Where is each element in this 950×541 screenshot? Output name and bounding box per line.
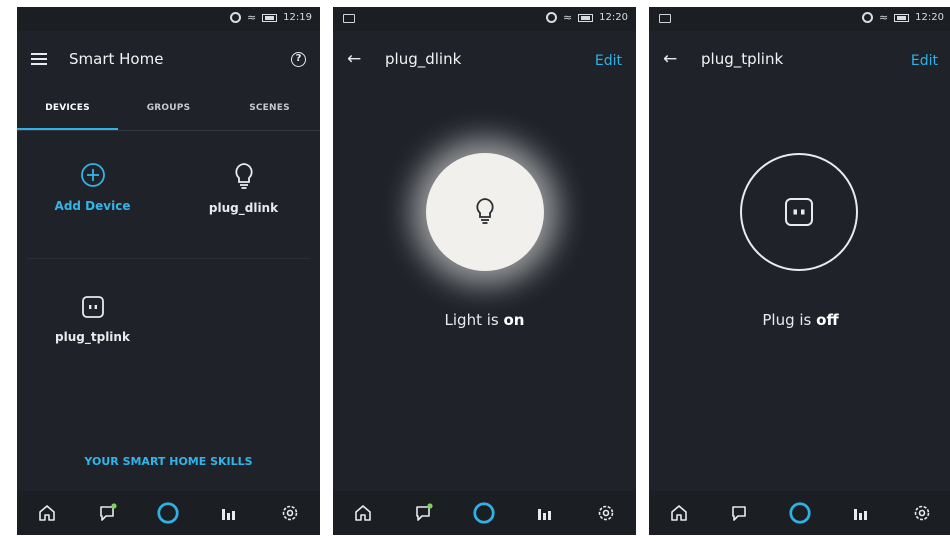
- activity-icon[interactable]: [533, 501, 557, 525]
- status-bar: ≈ 12:20: [333, 7, 636, 31]
- device-state-text: Light is on: [333, 311, 636, 329]
- bottom-nav: [17, 491, 320, 535]
- sync-icon: [861, 12, 873, 23]
- image-notification-icon: [343, 14, 355, 23]
- help-icon[interactable]: ?: [291, 51, 306, 67]
- status-time: 12:20: [599, 12, 628, 23]
- state-prefix: Light is: [444, 311, 504, 329]
- status-time: 12:20: [915, 12, 944, 23]
- smart-home-screen: ≈ 12:19 Smart Home ? DEVICES GROUPS SCEN…: [17, 7, 320, 535]
- page-title: plug_dlink: [385, 50, 462, 68]
- home-icon[interactable]: [351, 501, 375, 525]
- page-title: plug_tplink: [701, 50, 784, 68]
- image-notification-icon: [659, 14, 671, 23]
- state-value: on: [503, 311, 525, 329]
- page-title: Smart Home: [69, 50, 164, 68]
- tab-scenes[interactable]: SCENES: [219, 95, 320, 130]
- app-bar: ← plug_dlink Edit: [333, 31, 636, 87]
- device-state-text: Plug is off: [649, 311, 950, 329]
- battery-icon: [578, 13, 594, 22]
- device-tile-plug-dlink[interactable]: plug_dlink: [168, 162, 319, 215]
- battery-icon: [894, 13, 910, 22]
- add-circle-icon: [80, 163, 105, 187]
- light-toggle-button[interactable]: [426, 153, 544, 271]
- battery-icon: [262, 13, 278, 22]
- wifi-icon: ≈: [878, 11, 889, 24]
- home-icon[interactable]: [35, 501, 59, 525]
- alexa-icon[interactable]: [788, 501, 812, 525]
- activity-icon[interactable]: [849, 501, 873, 525]
- tab-devices[interactable]: DEVICES: [17, 95, 118, 130]
- settings-icon[interactable]: [594, 501, 618, 525]
- edit-button[interactable]: Edit: [911, 53, 938, 69]
- chat-icon[interactable]: [412, 501, 436, 525]
- activity-icon[interactable]: [217, 501, 241, 525]
- device-detail-screen: ≈ 12:20 ← plug_dlink Edit Light is on: [333, 7, 636, 535]
- add-device-button[interactable]: Add Device: [17, 162, 168, 213]
- bottom-nav: [333, 491, 636, 535]
- status-time: 12:19: [283, 12, 312, 23]
- device-label: plug_dlink: [208, 201, 279, 215]
- alexa-icon[interactable]: [472, 501, 496, 525]
- smart-home-skills-link[interactable]: YOUR SMART HOME SKILLS: [17, 455, 320, 468]
- plug-toggle-button[interactable]: [740, 153, 858, 271]
- add-device-label: Add Device: [54, 199, 131, 213]
- app-bar: Smart Home ?: [17, 31, 320, 87]
- alexa-icon[interactable]: [156, 501, 180, 525]
- wifi-icon: ≈: [562, 11, 573, 24]
- menu-icon[interactable]: [31, 53, 47, 65]
- plug-icon: [785, 198, 813, 226]
- back-arrow-icon[interactable]: ←: [347, 50, 363, 68]
- home-icon[interactable]: [667, 501, 691, 525]
- status-bar: ≈ 12:20: [649, 7, 950, 31]
- back-arrow-icon[interactable]: ←: [663, 50, 679, 68]
- bottom-nav: [649, 491, 950, 535]
- settings-icon[interactable]: [278, 501, 302, 525]
- wifi-icon: ≈: [246, 11, 257, 24]
- device-detail-screen: ≈ 12:20 ← plug_tplink Edit Plug is off: [649, 7, 950, 535]
- device-label: plug_tplink: [55, 330, 130, 344]
- chat-icon[interactable]: [96, 501, 120, 525]
- sync-icon: [545, 12, 557, 23]
- state-prefix: Plug is: [762, 311, 817, 329]
- sync-icon: [229, 12, 241, 23]
- state-value: off: [816, 311, 839, 329]
- tab-bar: DEVICES GROUPS SCENES: [17, 95, 320, 131]
- lightbulb-icon: [476, 198, 494, 224]
- tab-groups[interactable]: GROUPS: [118, 95, 219, 130]
- edit-button[interactable]: Edit: [595, 53, 622, 69]
- device-tile-plug-tplink[interactable]: plug_tplink: [17, 295, 168, 344]
- status-bar: ≈ 12:19: [17, 7, 320, 31]
- lightbulb-icon: [234, 163, 253, 189]
- grid-divider: [27, 258, 310, 259]
- app-bar: ← plug_tplink Edit: [649, 31, 950, 87]
- chat-icon[interactable]: [728, 501, 752, 525]
- settings-icon[interactable]: [910, 501, 934, 525]
- plug-icon: [81, 296, 104, 318]
